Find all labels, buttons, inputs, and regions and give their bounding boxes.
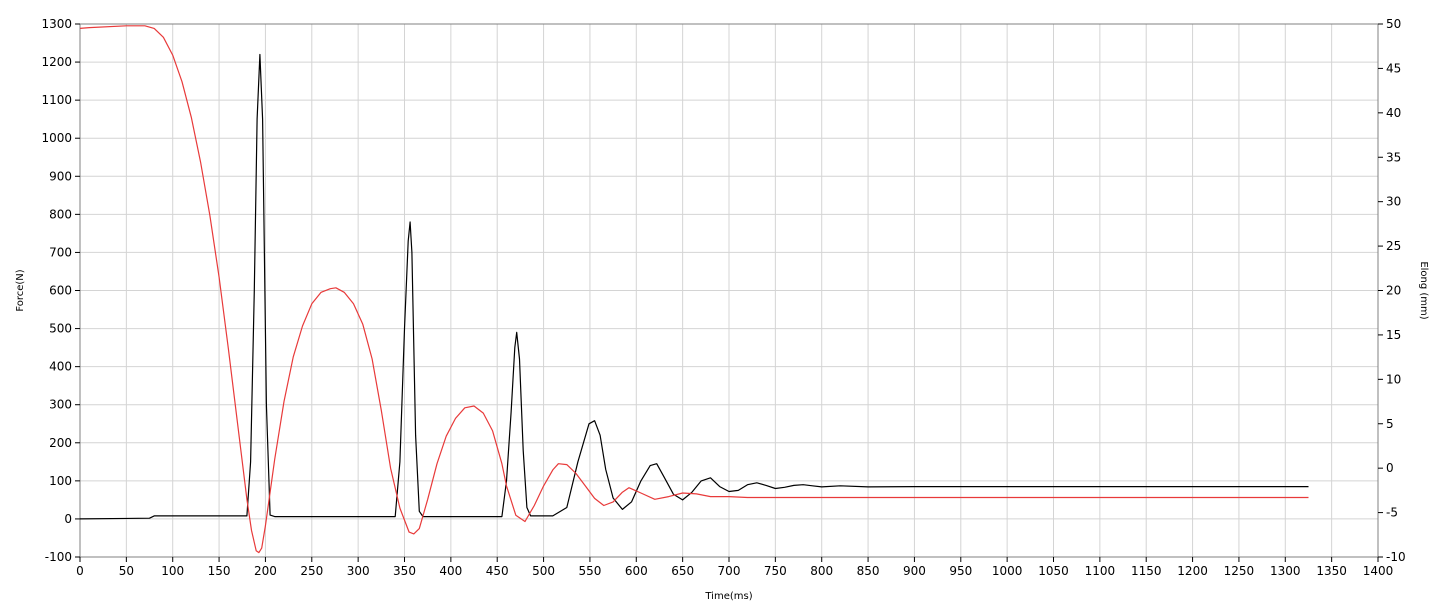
x-tick-label: 750 <box>764 564 787 578</box>
x-tick-label: 400 <box>439 564 462 578</box>
x-tick-label: 1200 <box>1177 564 1208 578</box>
x-tick-label: 0 <box>76 564 84 578</box>
y-left-tick-label: -100 <box>45 550 72 564</box>
x-tick-label: 1050 <box>1038 564 1069 578</box>
y-right-tick-label: 30 <box>1386 195 1401 209</box>
y-left-tick-label: 600 <box>49 284 72 298</box>
y-right-tick-label: 20 <box>1386 284 1401 298</box>
y-right-tick-label: 10 <box>1386 372 1401 386</box>
x-tick-label: 250 <box>300 564 323 578</box>
x-tick-label: 850 <box>857 564 880 578</box>
y-left-tick-label: 1200 <box>41 55 72 69</box>
y-right-tick-label: 25 <box>1386 239 1401 253</box>
x-tick-label: 100 <box>161 564 184 578</box>
y-right-tick-label: -10 <box>1386 550 1406 564</box>
x-tick-label: 300 <box>347 564 370 578</box>
x-tick-label: 200 <box>254 564 277 578</box>
x-tick-label: 650 <box>671 564 694 578</box>
x-tick-label: 900 <box>903 564 926 578</box>
x-tick-label: 600 <box>625 564 648 578</box>
y-right-tick-label: 5 <box>1386 417 1394 431</box>
y-left-tick-label: 800 <box>49 207 72 221</box>
y-axis-left-label: Force(N) <box>15 269 26 311</box>
y-right-tick-label: 50 <box>1386 17 1401 31</box>
y-left-tick-label: 1000 <box>41 131 72 145</box>
y-left-tick-label: 100 <box>49 474 72 488</box>
y-right-tick-label: 45 <box>1386 61 1401 75</box>
x-tick-label: 1400 <box>1363 564 1394 578</box>
y-right-tick-label: 15 <box>1386 328 1401 342</box>
y-left-tick-label: 300 <box>49 398 72 412</box>
y-left-tick-label: 200 <box>49 436 72 450</box>
y-left-tick-label: 700 <box>49 245 72 259</box>
x-tick-label: 1250 <box>1224 564 1255 578</box>
x-tick-label: 450 <box>486 564 509 578</box>
x-tick-label: 50 <box>119 564 134 578</box>
y-left-tick-label: 1300 <box>41 17 72 31</box>
x-tick-label: 800 <box>810 564 833 578</box>
y-left-tick-label: 1100 <box>41 93 72 107</box>
x-tick-label: 350 <box>393 564 416 578</box>
x-tick-label: 1350 <box>1316 564 1347 578</box>
y-left-tick-label: 400 <box>49 360 72 374</box>
y-left-tick-label: 500 <box>49 322 72 336</box>
x-tick-label: 150 <box>208 564 231 578</box>
grid <box>79 23 1379 558</box>
y-left-tick-label: 0 <box>64 512 72 526</box>
y-right-tick-label: 40 <box>1386 106 1401 120</box>
x-tick-label: 550 <box>578 564 601 578</box>
y-left-tick-label: 900 <box>49 169 72 183</box>
x-tick-label: 1100 <box>1085 564 1116 578</box>
x-tick-label: 700 <box>718 564 741 578</box>
x-tick-label: 500 <box>532 564 555 578</box>
y-right-tick-label: 0 <box>1386 461 1394 475</box>
x-tick-label: 1150 <box>1131 564 1162 578</box>
x-tick-label: 1000 <box>992 564 1023 578</box>
x-tick-label: 950 <box>949 564 972 578</box>
x-axis-label: Time(ms) <box>704 591 752 602</box>
x-tick-label: 1300 <box>1270 564 1301 578</box>
y-right-tick-label: -5 <box>1386 506 1398 520</box>
y-axis-right-label: Elong (mm) <box>1418 261 1429 319</box>
force-elongation-chart: 0 50 100 150 200 250 300 350 400 450 500 550 600 650 7… <box>15 17 1429 602</box>
y-right-tick-label: 35 <box>1386 150 1401 164</box>
